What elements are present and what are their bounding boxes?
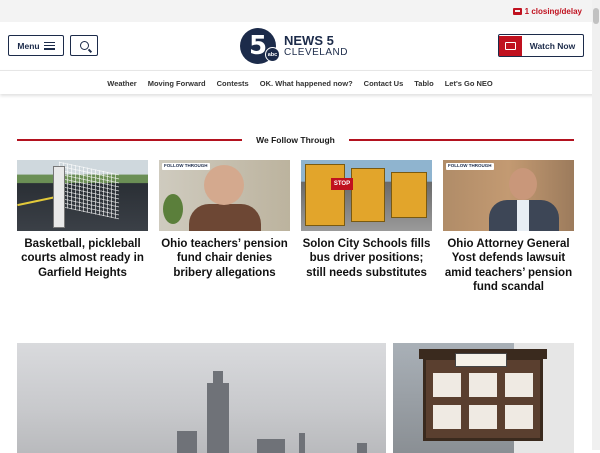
tv-icon: [499, 35, 522, 56]
story-headline[interactable]: Basketball, pickleball courts almost rea…: [17, 237, 148, 280]
subnav-item[interactable]: Weather: [107, 79, 136, 88]
story-card[interactable]: STOP Solon City Schools fills bus driver…: [301, 160, 432, 295]
section-rule-right: [348, 139, 575, 141]
section-header: We Follow Through: [17, 133, 575, 147]
subnav-item[interactable]: Tablo: [414, 79, 433, 88]
sub-navigation: Weather Moving Forward Contests OK. What ha…: [0, 70, 600, 94]
scrollbar-thumb[interactable]: [593, 8, 599, 24]
closings-alert-text[interactable]: 1 closing/delay: [525, 7, 582, 16]
follow-through-badge: FOLLOW THROUGH: [446, 163, 494, 170]
follow-through-badge: FOLLOW THROUGH: [162, 163, 210, 170]
site-logo[interactable]: 5 abc NEWS 5 CLEVELAND: [240, 28, 348, 64]
subnav-item[interactable]: Contests: [217, 79, 249, 88]
menu-button[interactable]: Menu: [8, 35, 64, 56]
story-thumbnail[interactable]: FOLLOW THROUGH: [159, 160, 290, 231]
bus-icon: [512, 7, 522, 15]
story-thumbnail[interactable]: [17, 160, 148, 231]
story-thumbnail[interactable]: STOP: [301, 160, 432, 231]
subnav-item[interactable]: Moving Forward: [148, 79, 206, 88]
story-cards: Basketball, pickleball courts almost rea…: [17, 160, 574, 295]
story-card[interactable]: FOLLOW THROUGH Ohio teachers’ pension fu…: [159, 160, 290, 295]
stop-sign: STOP: [331, 178, 353, 190]
page-scrollbar[interactable]: [592, 0, 600, 450]
subnav-item[interactable]: Contact Us: [364, 79, 404, 88]
logo-news-text: NEWS 5: [284, 33, 334, 48]
subnav-item[interactable]: OK. What happened now?: [260, 79, 353, 88]
story-headline[interactable]: Ohio teachers’ pension fund chair denies…: [159, 237, 290, 280]
abc-logo-icon: abc: [265, 47, 280, 62]
closings-alert-bar[interactable]: 1 closing/delay: [0, 0, 600, 22]
section-rule-left: [17, 139, 243, 141]
story-headline[interactable]: Ohio Attorney General Yost defends lawsu…: [443, 237, 574, 295]
watch-now-label: Watch Now: [529, 40, 576, 51]
menu-label: Menu: [17, 40, 40, 51]
search-button[interactable]: [70, 35, 98, 56]
site-header: Menu 5 abc NEWS 5 CLEVELAND Watch Now: [0, 22, 600, 70]
secondary-story-image[interactable]: [393, 343, 574, 453]
story-thumbnail[interactable]: FOLLOW THROUGH: [443, 160, 574, 231]
subnav-item[interactable]: Let's Go NEO: [445, 79, 493, 88]
featured-stories: [17, 343, 574, 453]
hamburger-icon: [43, 41, 55, 50]
story-headline[interactable]: Solon City Schools fills bus driver posi…: [301, 237, 432, 280]
logo-city-text: CLEVELAND: [284, 47, 348, 58]
story-card[interactable]: FOLLOW THROUGH Ohio Attorney General Yos…: [443, 160, 574, 295]
logo-mark: 5 abc: [240, 28, 280, 64]
search-icon: [79, 41, 89, 50]
featured-story-image[interactable]: [17, 343, 386, 453]
story-card[interactable]: Basketball, pickleball courts almost rea…: [17, 160, 148, 295]
watch-now-button[interactable]: Watch Now: [498, 34, 584, 57]
section-title: We Follow Through: [256, 135, 335, 145]
